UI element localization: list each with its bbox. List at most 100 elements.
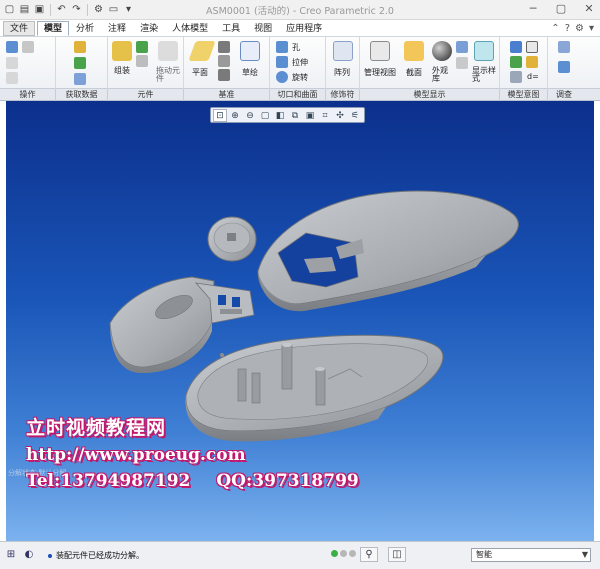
group-label-cut-surface[interactable]: 切口和曲面 [270, 89, 326, 101]
settings-icon[interactable]: ⚙ [575, 23, 584, 34]
assemble-label[interactable]: 组装 [114, 65, 130, 76]
tab-model[interactable]: 模型 [37, 21, 70, 36]
tab-applications[interactable]: 应用程序 [279, 21, 329, 36]
hole-label[interactable]: 孔 [292, 42, 300, 53]
maximize-icon[interactable]: ▢ [554, 2, 568, 15]
axis-icon[interactable] [218, 41, 230, 53]
new-icon[interactable]: ▢ [3, 3, 16, 16]
model-player-icon[interactable] [558, 41, 570, 53]
copy-geometry-icon[interactable] [74, 57, 86, 69]
redo-icon[interactable]: ↷ [70, 3, 83, 16]
group-label-get-data[interactable]: 获取数据 [56, 89, 108, 101]
assemble-icon[interactable] [112, 41, 132, 61]
regenerate-icon[interactable]: ⚙ [92, 3, 105, 16]
ribbon-group-operations [0, 37, 56, 89]
watermark-url: http://www.proeug.com [26, 445, 246, 465]
drag-components-label[interactable]: 拖动元件 [156, 67, 182, 83]
manage-views-label[interactable]: 管理视图 [364, 67, 396, 78]
tab-tools[interactable]: 工具 [215, 21, 247, 36]
coordinate-system-icon[interactable] [218, 69, 230, 81]
point-icon[interactable] [218, 55, 230, 67]
manage-views-icon[interactable] [370, 41, 390, 61]
minimize-icon[interactable]: ─ [526, 2, 540, 15]
pattern-label[interactable]: 阵列 [334, 67, 350, 78]
extrude-icon[interactable] [276, 56, 288, 68]
find-icon[interactable]: ⚲ [360, 547, 378, 562]
chevron-down-icon: ▼ [581, 550, 588, 559]
ribbon-group-datum: 平面 草绘 [184, 37, 270, 89]
scene-icon[interactable] [456, 57, 468, 69]
extrude-label[interactable]: 拉伸 [292, 57, 308, 68]
group-label-investigate[interactable]: 调查 [548, 89, 580, 101]
graphics-viewport[interactable]: ⊡ ⊕ ⊖ ▢ ◧ ⧉ ▣ ⌗ ✣ ⚟ 分解状态:默认分解 立时视频教程网 ht… [6, 101, 594, 541]
top-shell-part[interactable] [257, 190, 519, 312]
switch-dimensions-icon[interactable] [526, 56, 538, 68]
hole-icon[interactable] [276, 41, 288, 53]
plane-icon[interactable] [188, 41, 216, 61]
ribbon: 组装 拖动元件 平面 草绘 孔 拉伸 旋转 阵列 管理视图 截面 外观库 显示样 [0, 37, 600, 89]
open-icon[interactable]: ▤ [18, 3, 31, 16]
drag-components-icon[interactable] [158, 41, 178, 61]
close-window-icon[interactable]: ▾ [122, 3, 135, 16]
watermark-qq: QQ:397318799 [216, 471, 359, 491]
group-label-modifiers[interactable]: 修饰符 [326, 89, 360, 101]
selection-filter-dropdown[interactable]: 智能 ▼ [471, 548, 591, 562]
relations-icon[interactable] [526, 41, 538, 53]
user-defined-feature-icon[interactable] [74, 41, 86, 53]
shrinkwrap-icon[interactable] [74, 73, 86, 85]
appearance-tool-icon[interactable] [456, 41, 468, 53]
tab-manikin[interactable]: 人体模型 [165, 21, 215, 36]
watermark-title: 立时视频教程网 [26, 417, 167, 439]
d-label[interactable]: d= [527, 72, 539, 81]
section-icon[interactable] [404, 41, 424, 61]
watermark-tel: Tel:13794987192 [26, 471, 191, 491]
group-label-model-display[interactable]: 模型显示 [360, 89, 500, 101]
appearance-gallery-icon[interactable] [432, 41, 452, 61]
section-label[interactable]: 截面 [406, 67, 422, 78]
paste-icon[interactable] [6, 72, 18, 84]
family-table-icon[interactable] [510, 41, 522, 53]
plane-label[interactable]: 平面 [192, 67, 208, 78]
browser-toggle-icon[interactable]: ◐ [22, 548, 36, 562]
regenerate-icon[interactable] [6, 41, 18, 53]
group-label-component[interactable]: 元件 [108, 89, 184, 101]
group-label-operations[interactable]: 操作 [0, 89, 56, 101]
group-label-model-intent[interactable]: 模型意图 [500, 89, 548, 101]
revolve-icon[interactable] [276, 71, 288, 83]
tab-render[interactable]: 渲染 [133, 21, 165, 36]
delete-icon[interactable] [22, 41, 34, 53]
ribbon-tab-bar: 文件 模型 分析 注释 渲染 人体模型 工具 视图 应用程序 ⌃ ? ⚙ ▾ [0, 21, 600, 37]
ribbon-minimize-icon[interactable]: ⌃ [551, 23, 559, 34]
group-label-datum[interactable]: 基准 [184, 89, 270, 101]
scroll-wheel-part[interactable] [207, 216, 257, 262]
parameters-icon[interactable] [510, 56, 522, 68]
tab-file[interactable]: 文件 [3, 21, 36, 36]
repeat-icon[interactable] [136, 55, 148, 67]
tab-view[interactable]: 视图 [247, 21, 279, 36]
tab-analysis[interactable]: 分析 [69, 21, 101, 36]
bill-of-materials-icon[interactable] [510, 71, 522, 83]
windows-icon[interactable]: ▭ [107, 3, 120, 16]
dropdown-icon[interactable]: ▾ [589, 23, 594, 34]
save-icon[interactable]: ▣ [33, 3, 46, 16]
model-tree-toggle-icon[interactable]: ⊞ [4, 548, 18, 562]
status-message-text: 装配元件已经成功分解。 [56, 551, 144, 560]
display-style-icon[interactable] [474, 41, 494, 61]
sketch-icon[interactable] [240, 41, 260, 61]
sketch-label[interactable]: 草绘 [242, 67, 258, 78]
close-icon[interactable]: ✕ [582, 2, 596, 15]
undo-icon[interactable]: ↶ [55, 3, 68, 16]
bottom-base-part[interactable] [185, 334, 444, 442]
reference-viewer-icon[interactable] [558, 61, 570, 73]
pattern-icon[interactable] [333, 41, 353, 61]
copy-icon[interactable] [6, 57, 18, 69]
create-component-icon[interactable] [136, 41, 148, 53]
help-icon[interactable]: ? [565, 23, 570, 34]
display-style-label[interactable]: 显示样式 [472, 67, 498, 83]
revolve-label[interactable]: 旋转 [292, 72, 308, 83]
selection-box-icon[interactable]: ◫ [388, 547, 406, 562]
tab-annotate[interactable]: 注释 [101, 21, 133, 36]
tab-bar-tools: ⌃ ? ⚙ ▾ [551, 23, 594, 34]
status-left-tools: ⊞ ◐ [4, 548, 36, 562]
appearance-gallery-label[interactable]: 外观库 [432, 67, 452, 83]
